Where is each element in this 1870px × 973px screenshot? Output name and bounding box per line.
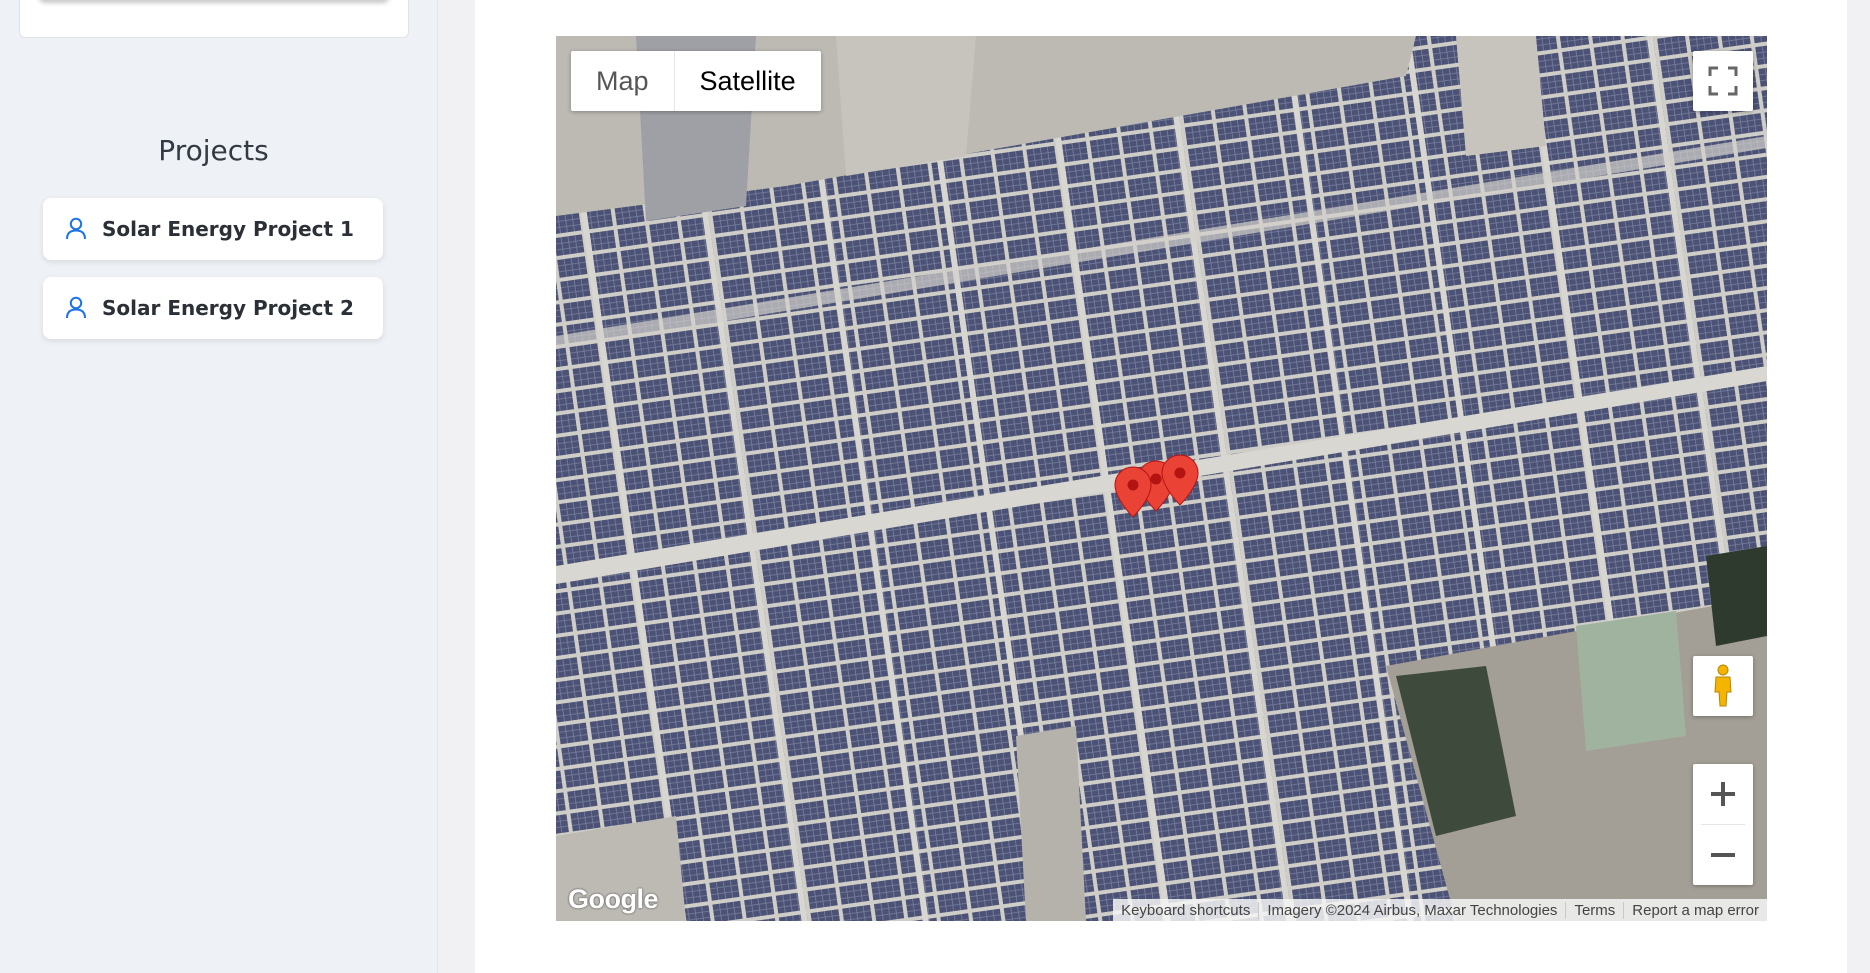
google-logo[interactable]: Google (568, 884, 659, 915)
street-view-pegman-button[interactable] (1693, 656, 1753, 716)
project-label: Solar Energy Project 2 (102, 296, 354, 320)
map-attribution-bar: Keyboard shortcuts Imagery ©2024 Airbus,… (1113, 899, 1767, 921)
scroll-gutter (1847, 0, 1870, 973)
pegman-icon (1714, 664, 1732, 707)
user-icon (65, 294, 93, 322)
terms-link[interactable]: Terms (1565, 901, 1623, 919)
satellite-map[interactable]: Map Satellite Google Keyboard shortcuts (556, 36, 1767, 921)
map-markers (1114, 454, 1199, 518)
sidebar-item-project-2[interactable]: Solar Energy Project 2 (43, 277, 383, 339)
user-icon (65, 215, 93, 243)
map-type-control: Map Satellite (571, 51, 821, 111)
zoom-control (1693, 764, 1753, 885)
map-pin-icon[interactable] (1114, 466, 1152, 518)
report-map-error-link[interactable]: Report a map error (1623, 901, 1767, 919)
map-type-map-button[interactable]: Map (571, 51, 675, 111)
sidebar-card (19, 0, 409, 38)
sidebar-item-project-1[interactable]: Solar Energy Project 1 (43, 198, 383, 260)
zoom-in-button[interactable] (1693, 764, 1753, 824)
minus-icon (1711, 853, 1735, 857)
sidebar: Projects Solar Energy Project 1 Solar En… (0, 0, 438, 973)
fullscreen-icon (1708, 66, 1738, 96)
projects-heading: Projects (158, 134, 269, 167)
keyboard-shortcuts-link[interactable]: Keyboard shortcuts (1113, 902, 1258, 919)
fullscreen-button[interactable] (1693, 51, 1753, 111)
imagery-credit: Imagery ©2024 Airbus, Maxar Technologies (1258, 901, 1565, 919)
map-type-satellite-button[interactable]: Satellite (675, 51, 821, 111)
project-label: Solar Energy Project 1 (102, 217, 354, 241)
plus-icon (1711, 782, 1735, 806)
zoom-out-button[interactable] (1693, 825, 1753, 885)
